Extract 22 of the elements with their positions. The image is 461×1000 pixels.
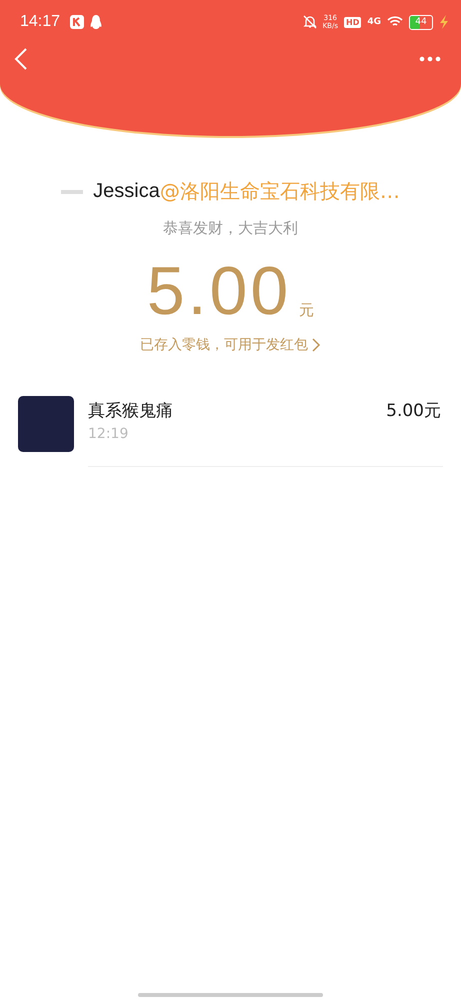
status-time: 14:17 bbox=[20, 13, 60, 31]
bell-off-icon bbox=[302, 15, 317, 29]
app-k-icon bbox=[70, 15, 84, 29]
amount-unit: 元 bbox=[299, 301, 314, 320]
hd-badge: HD bbox=[344, 16, 362, 28]
network-label: 4G bbox=[367, 17, 381, 27]
amount-value: 5.00 bbox=[146, 256, 292, 326]
sender-company: @洛阳生命宝石科技有限… bbox=[160, 178, 400, 205]
more-icon[interactable] bbox=[419, 56, 441, 62]
record-time: 12:19 bbox=[88, 426, 128, 442]
record-amount: 5.00元 bbox=[386, 400, 441, 422]
logo-placeholder bbox=[61, 190, 84, 194]
wifi-icon bbox=[387, 16, 403, 28]
sender-name: Jessica bbox=[93, 180, 160, 203]
chevron-right-icon bbox=[312, 338, 321, 352]
back-icon[interactable] bbox=[14, 48, 28, 70]
record-name: 真系猴鬼痛 bbox=[88, 400, 173, 422]
greeting-text: 恭喜发财，大吉大利 bbox=[162, 219, 299, 238]
penguin-icon bbox=[90, 14, 102, 30]
charging-icon bbox=[439, 15, 449, 29]
wallet-link[interactable]: 已存入零钱，可用于发红包 bbox=[0, 336, 461, 354]
avatar-image bbox=[18, 396, 74, 452]
